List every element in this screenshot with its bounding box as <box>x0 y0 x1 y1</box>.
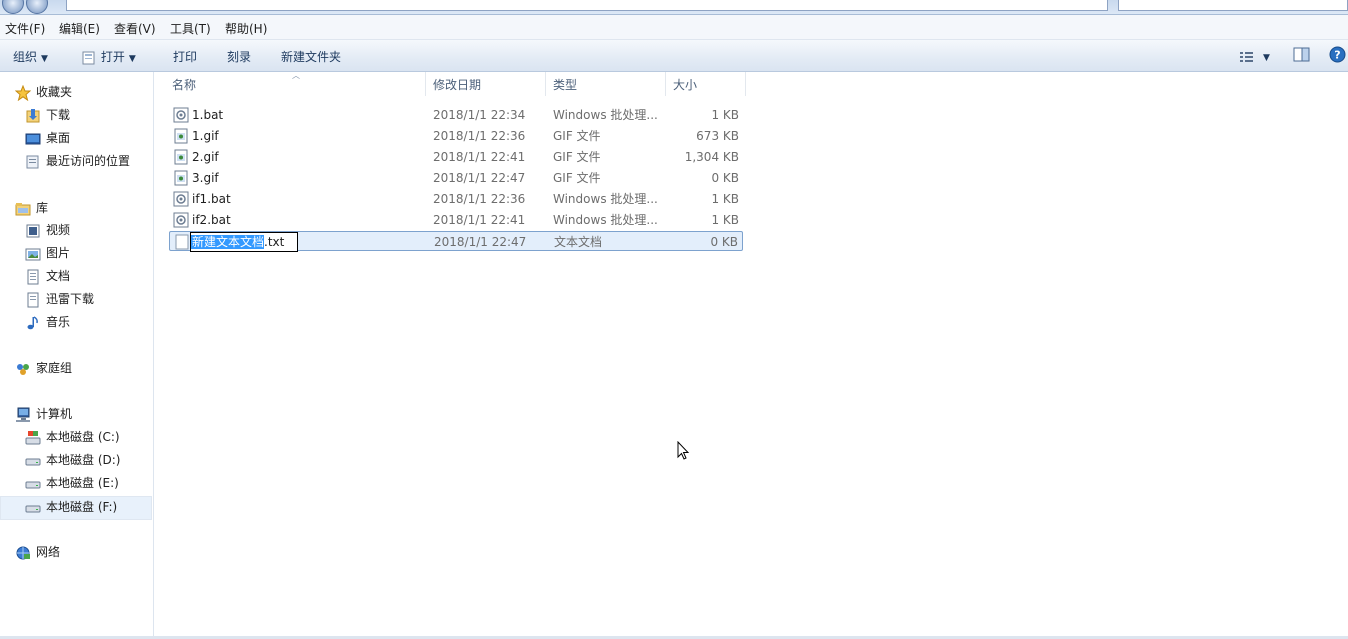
batch-file-icon <box>173 212 189 228</box>
nav-item-drive-e[interactable]: 本地磁盘 (E:) <box>25 474 119 492</box>
file-row[interactable]: if1.bat 2018/1/1 22:36 Windows 批处理... 1 … <box>169 189 743 209</box>
nav-item-music[interactable]: 音乐 <box>25 313 70 331</box>
search-input[interactable] <box>1118 0 1348 11</box>
nav-item-videos[interactable]: 视频 <box>25 221 70 239</box>
menu-edit[interactable]: 编辑(E) <box>59 20 100 37</box>
column-header-type[interactable]: 类型 <box>546 72 666 96</box>
organize-button[interactable]: 组织 ▼ <box>13 48 48 65</box>
mouse-cursor-icon <box>677 441 690 460</box>
forward-button[interactable] <box>26 0 48 14</box>
homegroup-icon <box>17 363 29 375</box>
nav-item-recent-places[interactable]: 最近访问的位置 <box>25 152 130 170</box>
file-row-renaming[interactable]: 新建文本文档.txt 2018/1/1 22:47 文本文档 0 KB <box>169 231 743 252</box>
batch-file-icon <box>173 191 189 207</box>
recent-places-icon <box>26 155 39 168</box>
xunlei-downloads-icon <box>27 292 39 307</box>
nav-item-desktop[interactable]: 桌面 <box>25 129 70 147</box>
burn-button[interactable]: 刻录 <box>227 48 251 65</box>
file-row[interactable]: 1.gif 2018/1/1 22:36 GIF 文件 673 KB <box>169 126 743 146</box>
library-icon <box>15 202 31 215</box>
column-header-name[interactable]: 名称 <box>154 72 426 96</box>
help-icon[interactable]: ? <box>1329 46 1346 63</box>
drive-icon <box>25 481 41 488</box>
navigation-pane: 收藏夹 下载 桌面 最近访问的位置 库 视频 图片 文档 迅雷下载 音乐 家庭组… <box>0 72 154 639</box>
menu-view[interactable]: 查看(V) <box>114 20 156 37</box>
music-note-icon <box>27 315 38 329</box>
nav-network[interactable]: 网络 <box>15 543 60 561</box>
address-bar-strip <box>0 0 1348 15</box>
open-button[interactable]: 打开 ▼ <box>82 48 136 65</box>
file-row[interactable]: 2.gif 2018/1/1 22:41 GIF 文件 1,304 KB <box>169 147 743 167</box>
batch-file-icon <box>173 107 189 123</box>
star-icon <box>15 84 31 101</box>
chevron-down-icon: ▼ <box>1263 53 1270 63</box>
drive-icon <box>25 505 41 512</box>
print-button[interactable]: 打印 <box>173 48 197 65</box>
text-file-icon <box>175 234 189 250</box>
menu-tools[interactable]: 工具(T) <box>170 20 211 37</box>
menu-help[interactable]: 帮助(H) <box>225 20 267 37</box>
gif-file-icon <box>174 128 188 144</box>
nav-homegroup[interactable]: 家庭组 <box>15 359 72 377</box>
nav-item-documents[interactable]: 文档 <box>25 267 70 285</box>
file-row[interactable]: 1.bat 2018/1/1 22:34 Windows 批处理... 1 KB <box>169 105 743 125</box>
menu-bar: 文件(F) 编辑(E) 查看(V) 工具(T) 帮助(H) <box>0 15 1348 40</box>
nav-item-xunlei-downloads[interactable]: 迅雷下载 <box>25 290 94 308</box>
downloads-folder-icon <box>26 108 40 122</box>
desktop-icon <box>25 133 41 144</box>
address-input[interactable] <box>66 0 1108 11</box>
pictures-icon <box>25 248 41 260</box>
back-button[interactable] <box>2 0 24 14</box>
gif-file-icon <box>174 149 188 165</box>
file-row[interactable]: if2.bat 2018/1/1 22:41 Windows 批处理... 1 … <box>169 210 743 230</box>
nav-item-pictures[interactable]: 图片 <box>25 244 70 262</box>
system-drive-icon <box>25 430 41 444</box>
nav-item-drive-d[interactable]: 本地磁盘 (D:) <box>25 451 120 469</box>
documents-icon <box>27 269 39 284</box>
file-row[interactable]: 3.gif 2018/1/1 22:47 GIF 文件 0 KB <box>169 168 743 188</box>
nav-item-downloads[interactable]: 下载 <box>25 106 70 124</box>
column-header-date[interactable]: 修改日期 <box>426 72 546 96</box>
video-icon <box>26 224 40 237</box>
view-options-icon[interactable]: ▼ <box>1239 49 1270 63</box>
nav-item-drive-f[interactable]: 本地磁盘 (F:) <box>25 498 117 516</box>
menu-file[interactable]: 文件(F) <box>5 20 45 37</box>
chevron-down-icon: ▼ <box>41 54 48 64</box>
preview-pane-icon[interactable] <box>1293 47 1310 62</box>
drive-icon <box>25 458 41 465</box>
network-icon <box>16 546 30 559</box>
rename-input[interactable]: 新建文本文档.txt <box>190 232 298 252</box>
column-header-size[interactable]: 大小 <box>666 72 746 96</box>
computer-icon <box>16 407 30 422</box>
gif-file-icon <box>174 170 188 186</box>
file-list: ︿ 名称 修改日期 类型 大小 1.bat 2018/1/1 22:34 Win… <box>154 72 1348 637</box>
chevron-down-icon: ▼ <box>128 54 136 64</box>
command-bar: 组织 ▼ 打开 ▼ 打印 刻录 新建文件夹 ▼ ? <box>0 40 1348 72</box>
new-folder-button[interactable]: 新建文件夹 <box>281 48 341 65</box>
nav-favorites[interactable]: 收藏夹 <box>15 83 72 101</box>
open-icon <box>82 51 95 64</box>
nav-item-drive-c[interactable]: 本地磁盘 (C:) <box>25 428 120 446</box>
svg-text:?: ? <box>1334 49 1340 62</box>
nav-computer[interactable]: 计算机 <box>15 405 72 423</box>
nav-libraries[interactable]: 库 <box>15 199 48 217</box>
